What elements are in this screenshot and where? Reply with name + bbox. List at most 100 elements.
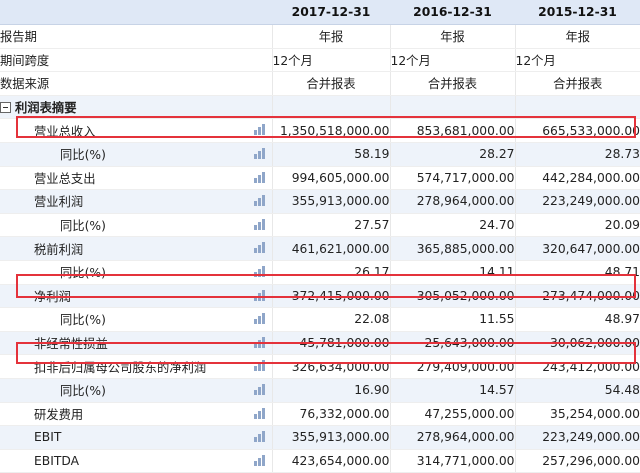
row-deducted-net-profit-yoy: 同比(%) 16.90 14.57 54.48 xyxy=(0,378,640,403)
cell: 1,350,518,000.00 xyxy=(271,118,390,143)
meta-row-period-span: 期间跨度 12个月 12个月 12个月 xyxy=(0,48,640,73)
header-row: 2017-12-31 2016-12-31 2015-12-31 xyxy=(0,0,640,25)
cell: 48.97 xyxy=(514,307,640,332)
row-label: 同比(%) xyxy=(0,307,272,332)
row-label: EBIT xyxy=(0,425,272,450)
chart-icon[interactable] xyxy=(253,360,266,372)
cell: 35,254,000.00 xyxy=(514,402,640,427)
cell: 326,634,000.00 xyxy=(271,354,390,379)
cell: 20.09 xyxy=(514,213,640,238)
chart-icon[interactable] xyxy=(253,124,266,136)
cell: 合并报表 xyxy=(514,71,640,96)
cell: 278,964,000.00 xyxy=(389,425,515,450)
chart-icon[interactable] xyxy=(253,195,266,207)
chart-icon[interactable] xyxy=(253,407,266,419)
row-operating-profit-yoy: 同比(%) 27.57 24.70 20.09 xyxy=(0,213,640,238)
meta-row-data-source: 数据来源 合并报表 合并报表 合并报表 xyxy=(0,71,640,96)
cell: 28.27 xyxy=(389,142,515,167)
cell: 257,296,000.00 xyxy=(514,449,640,473)
header-corner xyxy=(0,0,272,25)
chart-icon[interactable] xyxy=(253,313,266,325)
chart-icon[interactable] xyxy=(253,171,266,183)
cell: 320,647,000.00 xyxy=(514,236,640,261)
chart-icon[interactable] xyxy=(253,147,266,159)
chart-icon[interactable] xyxy=(253,265,266,277)
chart-icon[interactable] xyxy=(253,218,266,230)
cell: 合并报表 xyxy=(389,71,515,96)
cell: 355,913,000.00 xyxy=(271,189,390,214)
row-label: 报告期 xyxy=(0,24,272,49)
row-rd-expense: 研发费用 76,332,000.00 47,255,000.00 35,254,… xyxy=(0,402,640,427)
cell: 273,474,000.00 xyxy=(514,284,640,309)
cell: 12个月 xyxy=(271,48,390,73)
row-label: 数据来源 xyxy=(0,71,272,96)
row-net-profit: 净利润 372,415,000.00 305,052,000.00 273,47… xyxy=(0,284,640,309)
chart-icon[interactable] xyxy=(253,242,266,254)
row-label: 期间跨度 xyxy=(0,48,272,73)
cell: 年报 xyxy=(389,24,515,49)
cell: 年报 xyxy=(271,24,390,49)
section-income-summary[interactable]: 利润表摘要 xyxy=(0,95,640,120)
section-title: 利润表摘要 xyxy=(15,101,77,116)
row-label: 税前利润 xyxy=(0,236,272,261)
cell: 14.11 xyxy=(389,260,515,285)
row-deducted-net-profit: 扣非后归属母公司股东的净利润 326,634,000.00 279,409,00… xyxy=(0,354,640,379)
row-nonrecurring: 非经常性损益 45,781,000.00 25,643,000.00 30,06… xyxy=(0,331,640,356)
row-total-expense: 营业总支出 994,605,000.00 574,717,000.00 442,… xyxy=(0,166,640,191)
cell: 45,781,000.00 xyxy=(271,331,390,356)
cell: 58.19 xyxy=(271,142,390,167)
chart-icon[interactable] xyxy=(253,289,266,301)
header-date-2017[interactable]: 2017-12-31 xyxy=(272,0,390,25)
cell: 30,062,000.00 xyxy=(514,331,640,356)
header-date-2015[interactable]: 2015-12-31 xyxy=(515,0,640,25)
cell: 223,249,000.00 xyxy=(514,189,640,214)
meta-row-report-period: 报告期 年报 年报 年报 xyxy=(0,24,640,49)
row-label: 营业总收入 xyxy=(0,118,272,143)
row-label: 营业总支出 xyxy=(0,166,272,191)
cell: 14.57 xyxy=(389,378,515,403)
cell: 年报 xyxy=(514,24,640,49)
collapse-toggle-icon[interactable] xyxy=(0,102,11,114)
cell: 28.73 xyxy=(514,142,640,167)
row-label: 净利润 xyxy=(0,284,272,309)
row-ebitda: EBITDA 423,654,000.00 314,771,000.00 257… xyxy=(0,449,640,473)
cell: 365,885,000.00 xyxy=(389,236,515,261)
row-label: 研发费用 xyxy=(0,402,272,427)
cell: 461,621,000.00 xyxy=(271,236,390,261)
cell: 574,717,000.00 xyxy=(389,166,515,191)
row-ebit: EBIT 355,913,000.00 278,964,000.00 223,2… xyxy=(0,425,640,450)
cell: 合并报表 xyxy=(271,71,390,96)
cell: 442,284,000.00 xyxy=(514,166,640,191)
row-label: EBITDA xyxy=(0,449,272,473)
row-label: 营业利润 xyxy=(0,189,272,214)
row-label: 非经常性损益 xyxy=(0,331,272,356)
row-label: 同比(%) xyxy=(0,213,272,238)
cell: 372,415,000.00 xyxy=(271,284,390,309)
cell: 223,249,000.00 xyxy=(514,425,640,450)
cell: 48.71 xyxy=(514,260,640,285)
cell: 853,681,000.00 xyxy=(389,118,515,143)
chart-icon[interactable] xyxy=(253,336,266,348)
cell: 355,913,000.00 xyxy=(271,425,390,450)
cell: 278,964,000.00 xyxy=(389,189,515,214)
row-label: 同比(%) xyxy=(0,260,272,285)
chart-icon[interactable] xyxy=(253,383,266,395)
chart-icon[interactable] xyxy=(253,454,266,466)
cell: 305,052,000.00 xyxy=(389,284,515,309)
cell: 47,255,000.00 xyxy=(389,402,515,427)
chart-icon[interactable] xyxy=(253,431,266,443)
cell: 16.90 xyxy=(271,378,390,403)
cell: 243,412,000.00 xyxy=(514,354,640,379)
row-pretax-profit: 税前利润 461,621,000.00 365,885,000.00 320,6… xyxy=(0,236,640,261)
cell: 12个月 xyxy=(514,48,640,73)
header-date-2016[interactable]: 2016-12-31 xyxy=(390,0,515,25)
row-total-revenue: 营业总收入 1,350,518,000.00 853,681,000.00 66… xyxy=(0,118,640,143)
cell: 22.08 xyxy=(271,307,390,332)
section-label[interactable]: 利润表摘要 xyxy=(0,95,272,120)
cell: 279,409,000.00 xyxy=(389,354,515,379)
cell: 11.55 xyxy=(389,307,515,332)
cell: 25,643,000.00 xyxy=(389,331,515,356)
row-pretax-profit-yoy: 同比(%) 26.17 14.11 48.71 xyxy=(0,260,640,285)
cell: 423,654,000.00 xyxy=(271,449,390,473)
income-statement-table: 2017-12-31 2016-12-31 2015-12-31 报告期 年报 … xyxy=(0,0,640,473)
